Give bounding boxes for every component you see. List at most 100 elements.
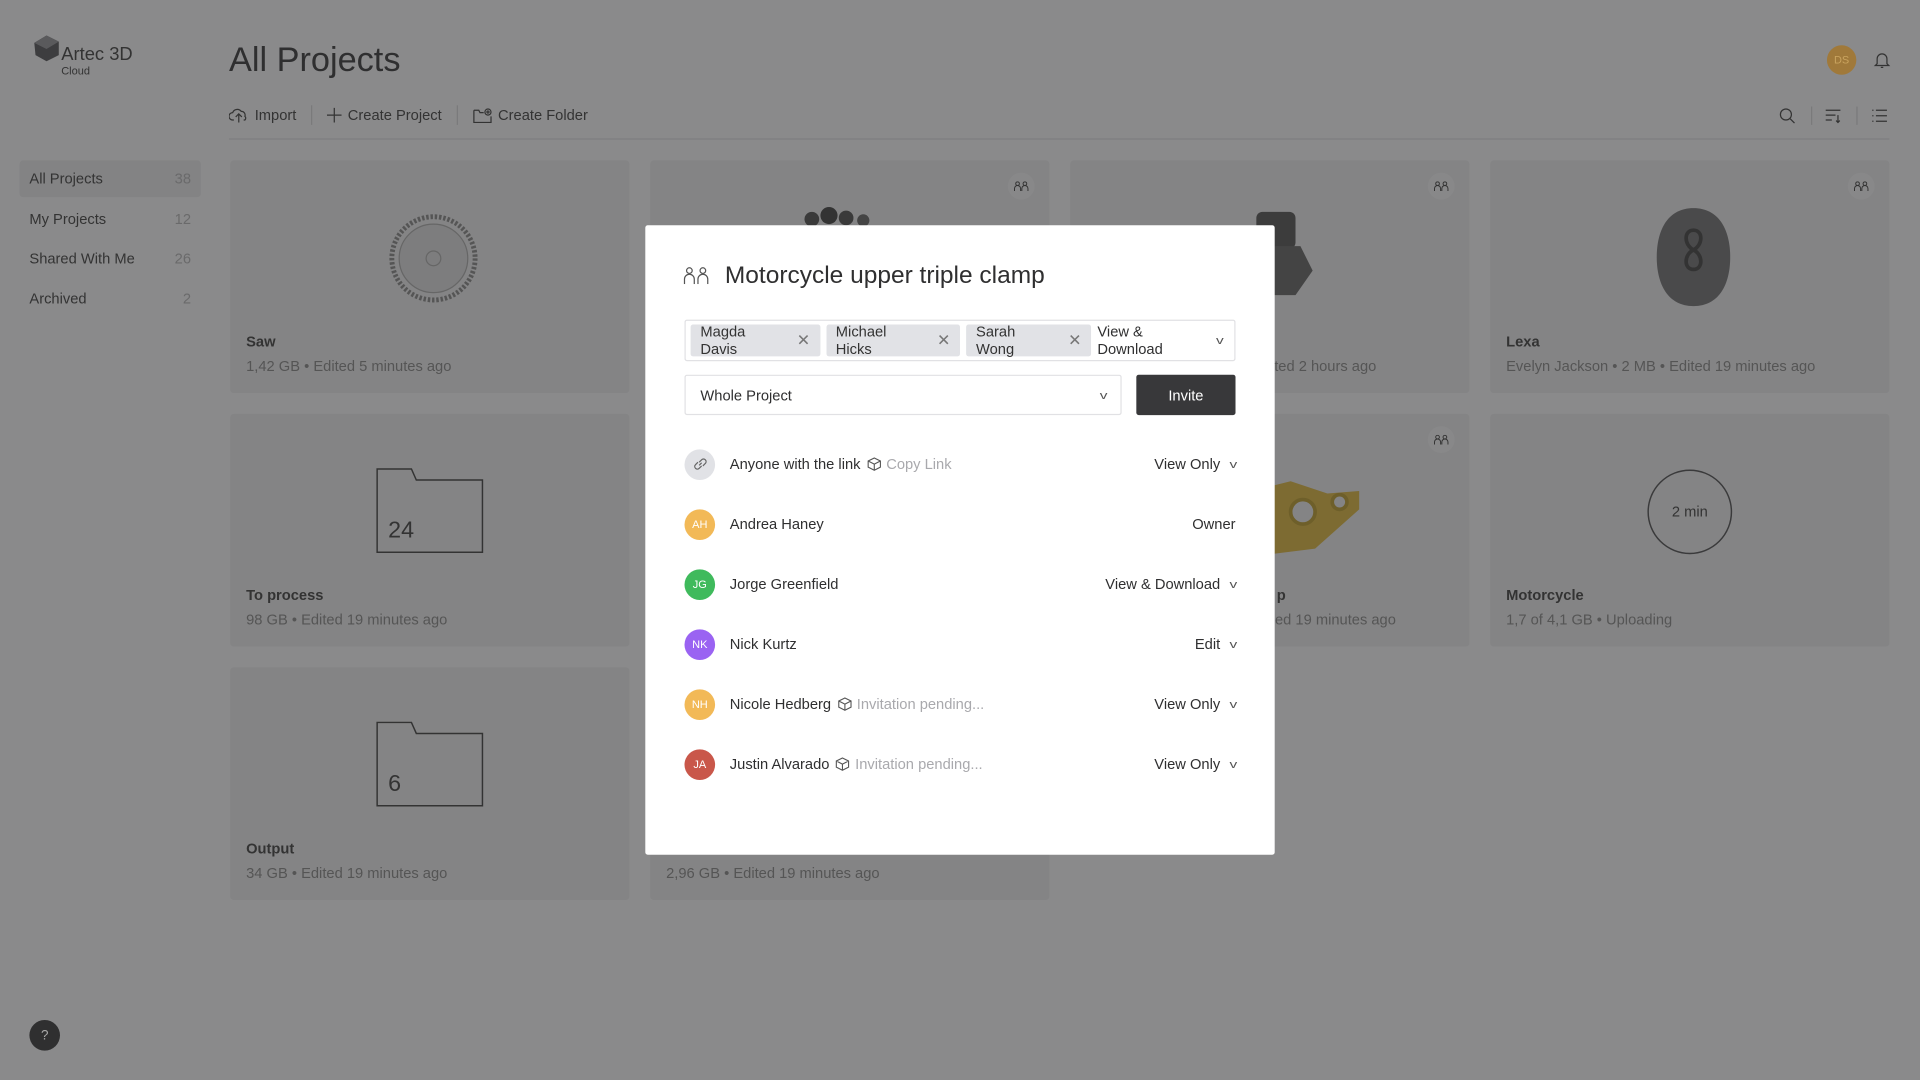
- users-icon: [1434, 181, 1449, 192]
- member-permission-dropdown[interactable]: View Only v: [1154, 696, 1236, 713]
- users-icon: [1014, 181, 1029, 192]
- avatar: AH: [684, 508, 716, 540]
- create-folder-label: Create Folder: [498, 106, 588, 124]
- tag-label: Michael Hicks: [835, 323, 887, 358]
- member-row: AH Andrea Haney Owner: [684, 508, 1236, 540]
- member-row: NK Nick Kurtz Edit v: [684, 628, 1237, 660]
- card-meta: 1,7 of 4,1 GB • Uploading: [1506, 611, 1673, 629]
- invitee-tag: Michael Hicks ✕: [826, 323, 961, 358]
- sidebar-item-all-projects[interactable]: All Projects 38: [19, 160, 201, 198]
- sort-icon[interactable]: [1824, 108, 1841, 124]
- page-title: All Projects: [228, 40, 401, 79]
- avatar: JA: [684, 748, 716, 780]
- plus-icon: [326, 107, 342, 123]
- sidebar-item-label: All Projects: [29, 170, 103, 188]
- shared-badge: [1427, 172, 1455, 200]
- sidebar-item-count: 38: [174, 170, 192, 188]
- card-title: Saw: [246, 333, 276, 351]
- scope-select[interactable]: Whole Project v: [684, 374, 1122, 416]
- invitee-tag: Sarah Wong ✕: [966, 323, 1092, 358]
- member-name: Andrea Haney: [729, 515, 824, 533]
- resend-invite-icon[interactable]: [836, 757, 851, 772]
- permission-label: View Only: [1154, 455, 1221, 473]
- remove-tag-icon[interactable]: ✕: [1068, 331, 1081, 351]
- shared-badge: [1847, 172, 1875, 200]
- upload-time-remaining: 2 min: [1671, 503, 1708, 521]
- sidebar-item-count: 12: [174, 210, 192, 228]
- project-card-lexa[interactable]: Lexa Evelyn Jackson • 2 MB • Edited 19 m…: [1490, 160, 1890, 394]
- search-icon[interactable]: [1779, 108, 1795, 124]
- logo-icon: [34, 35, 59, 62]
- app-screen: Artec 3D Cloud All Projects Import Creat…: [0, 0, 1920, 1080]
- card-meta: 2,96 GB • Edited 19 minutes ago: [666, 864, 880, 882]
- remove-tag-icon[interactable]: ✕: [937, 331, 950, 351]
- folder-card-output[interactable]: 6 Output 34 GB • Edited 19 minutes ago: [230, 667, 630, 901]
- help-button[interactable]: ?: [29, 1020, 61, 1051]
- shared-badge: [1007, 172, 1035, 200]
- sidebar-item-my-projects[interactable]: My Projects 12: [20, 200, 201, 237]
- avatar: NH: [684, 688, 716, 720]
- link-permission-dropdown[interactable]: View Only v: [1154, 455, 1237, 473]
- avatar: NK: [684, 628, 716, 660]
- divider: [1856, 106, 1858, 125]
- users-icon: [683, 267, 709, 285]
- card-title: p: [1276, 586, 1286, 604]
- folder-plus-icon: [472, 107, 492, 123]
- create-folder-button[interactable]: Create Folder: [472, 107, 602, 124]
- member-row: JA Justin Alvarado Invitation pending...…: [684, 748, 1237, 780]
- chevron-down-icon: v: [1228, 457, 1237, 471]
- member-permission-dropdown[interactable]: Edit v: [1195, 636, 1237, 653]
- logo-text: Artec 3D: [61, 44, 133, 65]
- avatar: JG: [684, 568, 716, 600]
- member-name: Justin Alvarado: [729, 755, 830, 773]
- import-button[interactable]: Import: [228, 106, 311, 124]
- logo-subtext: Cloud: [61, 64, 91, 78]
- invite-permission-dropdown[interactable]: View & Download v: [1097, 323, 1224, 357]
- divider: [1811, 106, 1813, 125]
- sidebar-item-shared-with-me[interactable]: Shared With Me 26: [20, 240, 201, 277]
- tag-label: Magda Davis: [700, 323, 746, 358]
- card-title: Motorcycle: [1506, 586, 1584, 604]
- sidebar-item-label: Archived: [29, 290, 87, 308]
- header-divider: [228, 138, 1890, 140]
- link-icon: [684, 448, 716, 480]
- sidebar-item-archived[interactable]: Archived 2: [20, 280, 201, 317]
- chevron-down-icon: v: [1228, 637, 1237, 651]
- saw-thumbnail: [389, 214, 478, 303]
- bell-icon[interactable]: [1873, 50, 1891, 70]
- member-row: NH Nicole Hedberg Invitation pending... …: [684, 688, 1237, 720]
- copy-link-button[interactable]: Copy Link: [886, 456, 951, 473]
- sidebar-item-count: 26: [174, 250, 192, 268]
- link-share-row: Anyone with the link Copy Link View Only…: [684, 448, 1237, 480]
- project-card-saw[interactable]: Saw 1,42 GB • Edited 5 minutes ago: [230, 160, 630, 394]
- user-avatar[interactable]: DS: [1826, 45, 1857, 75]
- chevron-down-icon: v: [1228, 757, 1237, 771]
- resend-invite-icon[interactable]: [837, 697, 852, 712]
- share-dialog: Motorcycle upper triple clamp Magda Davi…: [645, 225, 1275, 855]
- list-view-icon[interactable]: [1871, 108, 1888, 124]
- import-label: Import: [254, 106, 297, 124]
- invitee-input[interactable]: Magda Davis ✕ Michael Hicks ✕ Sarah Wong ✕ …: [684, 319, 1236, 362]
- toolbar: Import Create Project Create Folder: [228, 105, 603, 125]
- permission-label: Owner: [1192, 515, 1236, 533]
- invitation-status: Invitation pending...: [856, 695, 985, 713]
- chevron-down-icon: v: [1228, 577, 1237, 591]
- create-project-button[interactable]: Create Project: [326, 107, 456, 124]
- invitee-tag: Magda Davis ✕: [690, 323, 820, 358]
- chevron-down-icon: v: [1215, 334, 1224, 347]
- remove-tag-icon[interactable]: ✕: [797, 331, 810, 351]
- sidebar-item-count: 2: [182, 290, 192, 308]
- member-permission-dropdown[interactable]: View & Download v: [1105, 576, 1237, 593]
- lexa-thumbnail: [1656, 208, 1731, 307]
- sidebar: All Projects 38 My Projects 12 Shared With…: [19, 160, 201, 320]
- artec-logo[interactable]: Artec 3D Cloud: [32, 34, 133, 77]
- card-meta: Evelyn Jackson • 2 MB • Edited 19 minute…: [1506, 357, 1816, 375]
- project-card-motorcycle[interactable]: 2 min Motorcycle 1,7 of 4,1 GB • Uploadi…: [1490, 413, 1890, 647]
- link-share-label: Anyone with the link: [729, 455, 861, 473]
- sidebar-item-label: My Projects: [29, 210, 107, 228]
- invite-button[interactable]: Invite: [1136, 374, 1236, 416]
- folder-card-to-process[interactable]: 24 To process 98 GB • Edited 19 minutes …: [230, 413, 630, 647]
- copy-link-icon[interactable]: [867, 457, 882, 472]
- member-permission-dropdown[interactable]: View Only v: [1154, 755, 1237, 773]
- permission-label: View Only: [1154, 755, 1221, 773]
